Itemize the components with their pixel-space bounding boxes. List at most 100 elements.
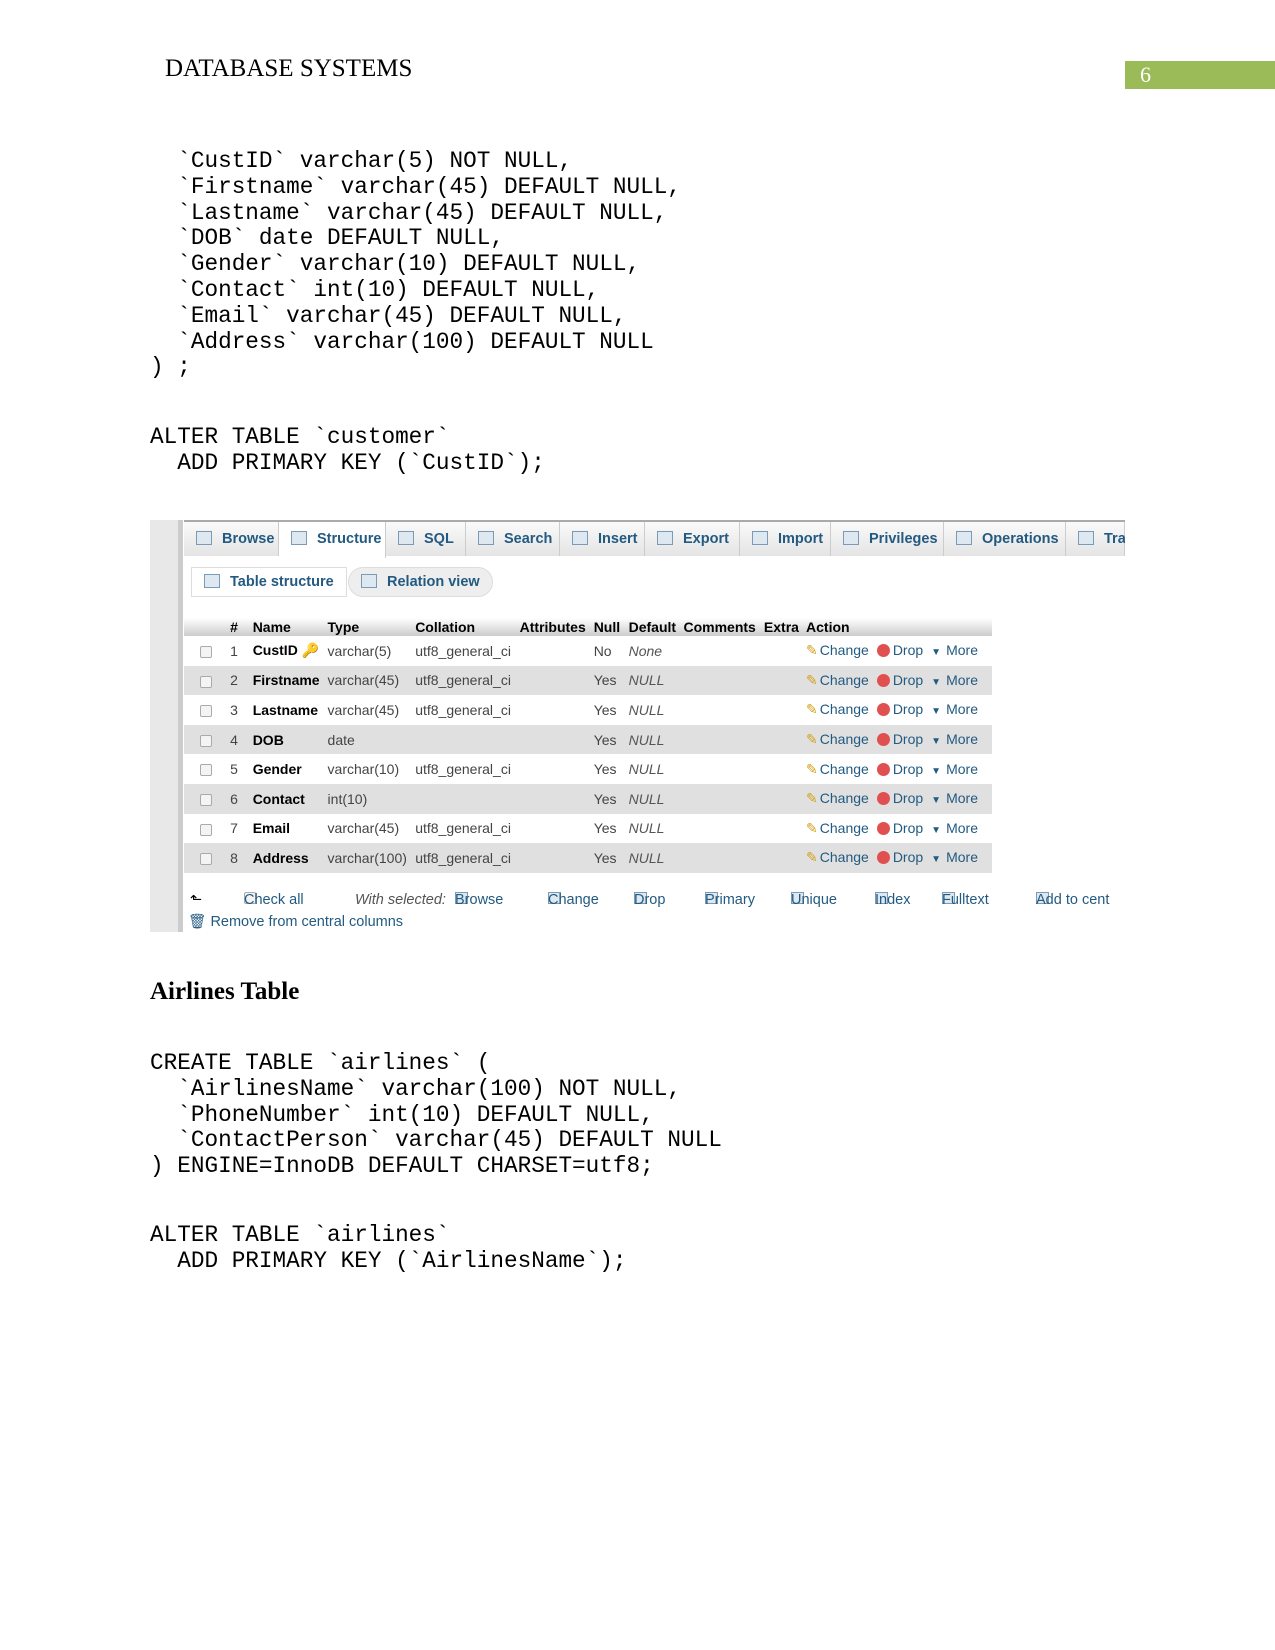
more-action[interactable]: ▼ More: [923, 731, 978, 747]
bulk-label: Browse: [455, 892, 504, 908]
row-checkbox[interactable]: [199, 705, 212, 718]
col-header[interactable]: #: [227, 618, 250, 636]
column-comments: [680, 636, 760, 666]
change-action[interactable]: ✎ Change: [806, 849, 869, 865]
tab-sql[interactable]: SQL: [386, 522, 466, 556]
tab-import[interactable]: Import: [740, 522, 831, 556]
export-icon: [657, 531, 673, 545]
col-header[interactable]: Action: [803, 618, 992, 636]
row-checkbox[interactable]: [199, 734, 212, 747]
tab-bar: Browse Structure SQL Search Insert Export Impo…: [184, 520, 1125, 558]
column-null: Yes: [590, 783, 626, 814]
drop-action[interactable]: Drop: [869, 731, 923, 747]
column-comments: [680, 783, 761, 814]
column-name: Gender: [252, 761, 302, 778]
column-null: Yes: [593, 820, 617, 837]
tab-structure[interactable]: Structure: [279, 522, 386, 558]
drop-action[interactable]: Drop: [869, 820, 923, 836]
change-action[interactable]: ✎ Change: [806, 790, 869, 806]
pencil-icon: ✎: [806, 671, 818, 688]
primary-key-icon: 🔑: [301, 642, 320, 659]
change-action[interactable]: ✎ Change: [806, 761, 869, 777]
more-action[interactable]: ▼ More: [923, 849, 978, 865]
remove-central-columns[interactable]: 🗑 Remove from central columns: [188, 913, 403, 930]
tab-search[interactable]: Search: [466, 522, 560, 556]
column-type: varchar(45): [327, 701, 400, 718]
row-checkbox[interactable]: [199, 675, 212, 688]
change-action[interactable]: ✎ Change: [806, 820, 869, 836]
col-header[interactable]: Attributes: [516, 618, 591, 636]
drop-action[interactable]: Drop: [869, 672, 923, 688]
drop-label: Drop: [892, 671, 924, 688]
drop-action[interactable]: Drop: [869, 701, 923, 717]
pencil-icon: ✎: [806, 819, 818, 836]
more-action[interactable]: ▼ More: [923, 642, 978, 658]
row-checkbox[interactable]: [199, 764, 212, 777]
tab-label: SQL: [424, 531, 454, 547]
column-type: varchar(100): [324, 843, 413, 873]
column-null: Yes: [590, 724, 626, 755]
col-header[interactable]: Default: [625, 618, 681, 636]
sql-icon: [398, 531, 414, 545]
column-collation: [412, 724, 517, 755]
drop-icon: [876, 673, 890, 687]
tab-insert[interactable]: Insert: [560, 522, 645, 556]
tab-browse[interactable]: Browse: [184, 522, 279, 556]
subtab-table-structure[interactable]: Table structure: [191, 567, 347, 597]
triangle-down-icon: ▼: [931, 824, 942, 836]
change-action[interactable]: ✎ Change: [806, 731, 869, 747]
drop-icon: [876, 644, 890, 658]
structure-table: # Name Type Collation Attributes Null Default C…: [184, 618, 992, 873]
row-checkbox[interactable]: [199, 794, 212, 807]
tab-tra[interactable]: Tra: [1066, 522, 1125, 556]
change-action[interactable]: ✎ Change: [806, 701, 869, 717]
col-header[interactable]: Type: [324, 618, 413, 636]
more-action[interactable]: ▼ More: [923, 790, 978, 806]
more-action[interactable]: ▼ More: [923, 761, 978, 777]
row-number: 3: [230, 701, 238, 718]
panel-divider: [178, 520, 183, 932]
col-header[interactable]: Null: [590, 618, 626, 636]
col-header[interactable]: Collation: [412, 618, 517, 636]
row-checkbox[interactable]: [199, 823, 212, 836]
row-checkbox[interactable]: [199, 646, 212, 659]
with-selected-label: With selected:: [355, 892, 446, 908]
tab-privileges[interactable]: Privileges: [831, 522, 944, 556]
column-comments: [680, 665, 761, 696]
triangle-down-icon: ▼: [931, 854, 942, 866]
change-label: Change: [819, 760, 869, 777]
tab-operations[interactable]: Operations: [944, 522, 1066, 556]
column-attributes: [517, 754, 591, 784]
drop-action[interactable]: Drop: [869, 642, 923, 658]
row-checkbox[interactable]: [199, 853, 212, 866]
more-action[interactable]: ▼ More: [923, 672, 978, 688]
bulk-label: Add to cent: [1036, 892, 1110, 908]
more-action[interactable]: ▼ More: [923, 701, 978, 717]
drop-icon: [876, 733, 890, 747]
col-header[interactable]: Name: [249, 618, 325, 636]
column-default: NULL: [625, 665, 681, 696]
change-action[interactable]: ✎ Change: [806, 642, 869, 658]
bulk-label: Drop: [634, 892, 666, 908]
column-name: CustID: [252, 642, 298, 659]
bulk-label: Index: [875, 892, 911, 908]
column-type: varchar(5): [327, 642, 392, 659]
drop-action[interactable]: Drop: [869, 849, 923, 865]
drop-icon: [876, 851, 890, 865]
drop-action[interactable]: Drop: [869, 761, 923, 777]
left-panel: [150, 520, 178, 932]
more-action[interactable]: ▼ More: [923, 820, 978, 836]
tab-export[interactable]: Export: [645, 522, 740, 556]
bulk-label: Fulltext: [942, 892, 989, 908]
col-header[interactable]: Comments: [680, 618, 761, 636]
subtab-relation-view[interactable]: Relation view: [348, 567, 493, 597]
drop-action[interactable]: Drop: [869, 790, 923, 806]
change-action[interactable]: ✎ Change: [806, 672, 869, 688]
triangle-down-icon: ▼: [931, 647, 942, 659]
search-icon: [478, 531, 494, 545]
column-comments: [680, 754, 760, 784]
col-header[interactable]: Extra: [760, 618, 804, 636]
column-attributes: [516, 843, 591, 873]
drop-label: Drop: [892, 642, 924, 659]
triangle-down-icon: ▼: [931, 765, 942, 777]
